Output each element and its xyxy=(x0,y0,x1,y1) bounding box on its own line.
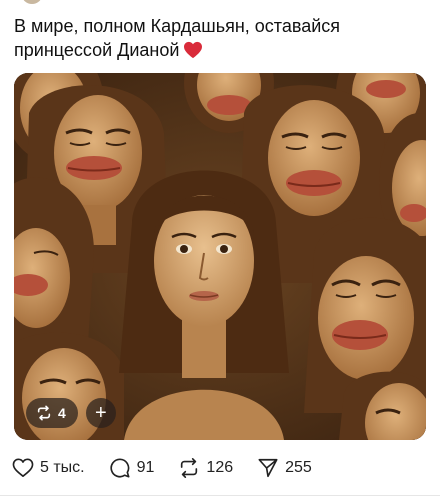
comment-button[interactable]: 91 xyxy=(109,457,155,479)
media-repost-count: 4 xyxy=(58,405,66,421)
post-text-content: В мире, полном Кардашьян, оставайся прин… xyxy=(14,16,341,60)
post-actions-bar: 5 тыс. 91 126 255 xyxy=(12,456,336,480)
media-overlay-controls: 4 + xyxy=(26,398,116,428)
like-button[interactable]: 5 тыс. xyxy=(12,458,85,478)
paper-plane-icon xyxy=(258,458,278,478)
comment-count: 91 xyxy=(136,459,155,476)
heart-outline-icon xyxy=(12,458,34,477)
media-repost-chip[interactable]: 4 xyxy=(26,398,78,428)
share-button[interactable]: 255 xyxy=(257,457,312,479)
author-avatar[interactable] xyxy=(22,0,42,4)
post-image[interactable]: 4 + xyxy=(14,73,426,440)
repost-button[interactable]: 126 xyxy=(178,457,233,479)
media-add-button[interactable]: + xyxy=(85,398,116,428)
speech-bubble-icon xyxy=(110,458,130,478)
plus-icon: + xyxy=(94,401,107,424)
repost-count: 126 xyxy=(206,459,234,476)
repost-arrows-icon xyxy=(181,458,198,478)
post-divider xyxy=(0,495,440,496)
post-text: В мире, полном Кардашьян, оставайся прин… xyxy=(14,14,424,62)
like-count: 5 тыс. xyxy=(40,459,85,476)
repost-icon xyxy=(37,405,51,421)
illustration-crowd-of-faces xyxy=(14,73,426,440)
red-heart-emoji-icon xyxy=(184,41,203,59)
share-count: 255 xyxy=(285,459,312,476)
